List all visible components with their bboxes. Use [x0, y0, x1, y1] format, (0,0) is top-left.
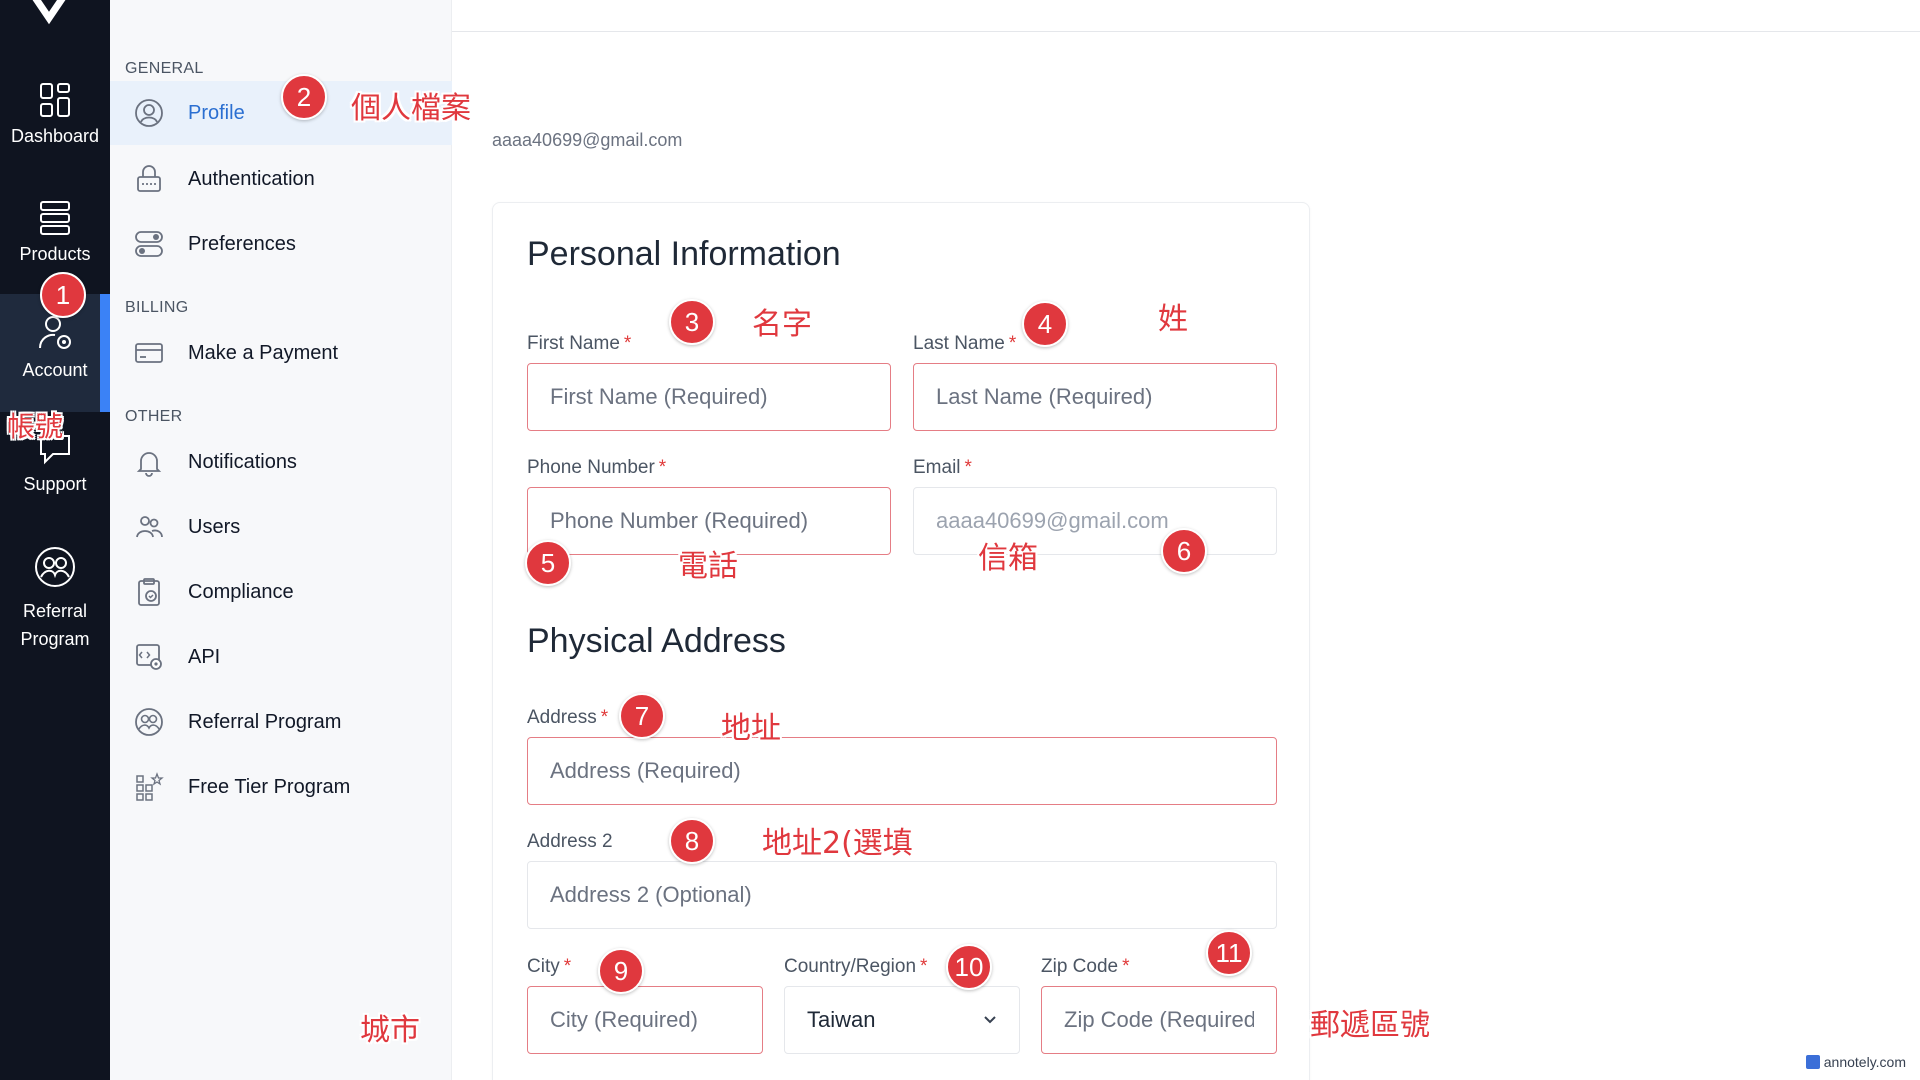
annotely-logo-icon [1805, 1055, 1820, 1069]
user-settings-icon [39, 316, 71, 349]
physical-address-heading: Physical Address [527, 622, 786, 660]
sidebar-item-preferences[interactable]: Preferences [110, 212, 452, 276]
sidebar-item-notifications[interactable]: Notifications [110, 430, 452, 494]
annotation-note: 名字 [752, 307, 812, 342]
annotation-badge: 1 [40, 272, 86, 318]
annotation-badge: 10 [946, 944, 992, 990]
sidebar-item-compliance[interactable]: Compliance [110, 560, 452, 624]
email-input[interactable] [913, 487, 1277, 555]
annotation-note: 城市 [360, 1013, 420, 1048]
referral-icon [134, 707, 164, 737]
sidebar-item-label: Users [188, 515, 241, 538]
credit-card-icon [134, 338, 164, 368]
section-heading-billing: BILLING [125, 299, 189, 316]
chevron-down-icon [984, 1016, 996, 1024]
rail-item-products[interactable]: Products [0, 200, 110, 265]
zip-code-input[interactable] [1041, 986, 1277, 1054]
sidebar-item-label: Free Tier Program [188, 775, 351, 798]
bell-icon [134, 447, 164, 477]
last-name-input[interactable] [913, 363, 1277, 431]
annotation-badge: 6 [1161, 528, 1207, 574]
sidebar-item-label: API [188, 645, 221, 668]
rail-item-referral-program[interactable]: Referral Program [0, 545, 110, 653]
zip-code-label: Zip Code * [1041, 956, 1130, 977]
annotation-badge: 7 [619, 693, 665, 739]
grid-star-icon [134, 772, 164, 802]
annotation-note: 地址 [721, 711, 781, 746]
email-label: Email * [913, 457, 972, 478]
annotation-note: 信箱 [978, 541, 1038, 576]
annotation-note: 地址2(選填 [762, 826, 913, 861]
address-label: Address * [527, 707, 609, 728]
sidebar-item-label: Referral Program [188, 710, 342, 733]
user-circle-icon [134, 98, 164, 128]
country-region-value: Taiwan [807, 1007, 876, 1032]
annotation-note: 個人檔案 [351, 91, 471, 126]
sidebar-item-label: Preferences [188, 232, 296, 255]
sidebar-item-api[interactable]: API [110, 625, 452, 689]
annotation-note: 帳號 [7, 410, 64, 443]
country-region-select[interactable]: Taiwan [784, 986, 1020, 1054]
account-email: aaaa40699@gmail.com [492, 130, 683, 150]
clipboard-check-icon [134, 577, 164, 607]
sidebar-item-label: Authentication [188, 167, 315, 190]
toggle-icon [134, 229, 164, 259]
dashboard-icon [40, 83, 70, 117]
rail-item-dashboard[interactable]: Dashboard [0, 82, 110, 147]
first-name-input[interactable] [527, 363, 891, 431]
sidebar-item-referral-program[interactable]: Referral Program [110, 690, 452, 754]
annotation-badge: 9 [598, 948, 644, 994]
rail-label: Products [19, 244, 91, 264]
sidebar-item-label: Make a Payment [188, 341, 339, 364]
phone-number-label: Phone Number * [527, 457, 667, 478]
logo-icon [32, 0, 66, 25]
city-label: City * [527, 956, 572, 977]
personal-information-heading: Personal Information [527, 235, 841, 273]
sidebar-item-authentication[interactable]: Authentication [110, 147, 452, 211]
annotation-badge: 3 [669, 299, 715, 345]
address-2-input[interactable] [527, 861, 1277, 929]
sidebar-item-users[interactable]: Users [110, 495, 452, 559]
rail-label: Referral Program [20, 601, 90, 649]
icon-rail: Dashboard Products Account Support Refer… [0, 0, 110, 1080]
section-heading-other: OTHER [125, 408, 183, 425]
annotation-badge: 4 [1022, 301, 1068, 347]
section-heading-general: GENERAL [125, 60, 204, 77]
sidebar-item-free-tier-program[interactable]: Free Tier Program [110, 755, 452, 819]
last-name-label: Last Name * [913, 333, 1017, 354]
watermark: annotely.com [1805, 1054, 1906, 1070]
users-icon [134, 512, 164, 542]
address-2-label: Address 2 [527, 831, 613, 852]
server-stack-icon [40, 201, 70, 235]
annotation-note: 電話 [678, 549, 738, 584]
settings-sidebar: GENERAL Profile Authentication Preferenc… [110, 0, 452, 1080]
header-divider [452, 31, 1920, 32]
sidebar-item-label: Notifications [188, 450, 297, 473]
annotation-note: 郵遞區號 [1310, 1008, 1430, 1043]
annotation-badge: 8 [669, 818, 715, 864]
sidebar-item-label: Profile [188, 101, 245, 124]
address-input[interactable] [527, 737, 1277, 805]
annotation-badge: 5 [525, 540, 571, 586]
annotation-note: 姓 [1158, 302, 1188, 337]
annotation-badge: 11 [1206, 930, 1252, 976]
sidebar-item-make-a-payment[interactable]: Make a Payment [110, 321, 452, 385]
rail-label: Dashboard [10, 126, 100, 146]
rail-label: Account [22, 360, 88, 380]
rail-label: Support [23, 474, 87, 494]
annotation-badge: 2 [281, 74, 327, 120]
lock-icon [134, 164, 164, 194]
referral-icon [35, 547, 75, 587]
city-input[interactable] [527, 986, 763, 1054]
sidebar-item-label: Compliance [188, 580, 294, 603]
first-name-label: First Name * [527, 333, 632, 354]
country-region-label: Country/Region * [784, 956, 928, 977]
code-gear-icon [134, 642, 164, 672]
